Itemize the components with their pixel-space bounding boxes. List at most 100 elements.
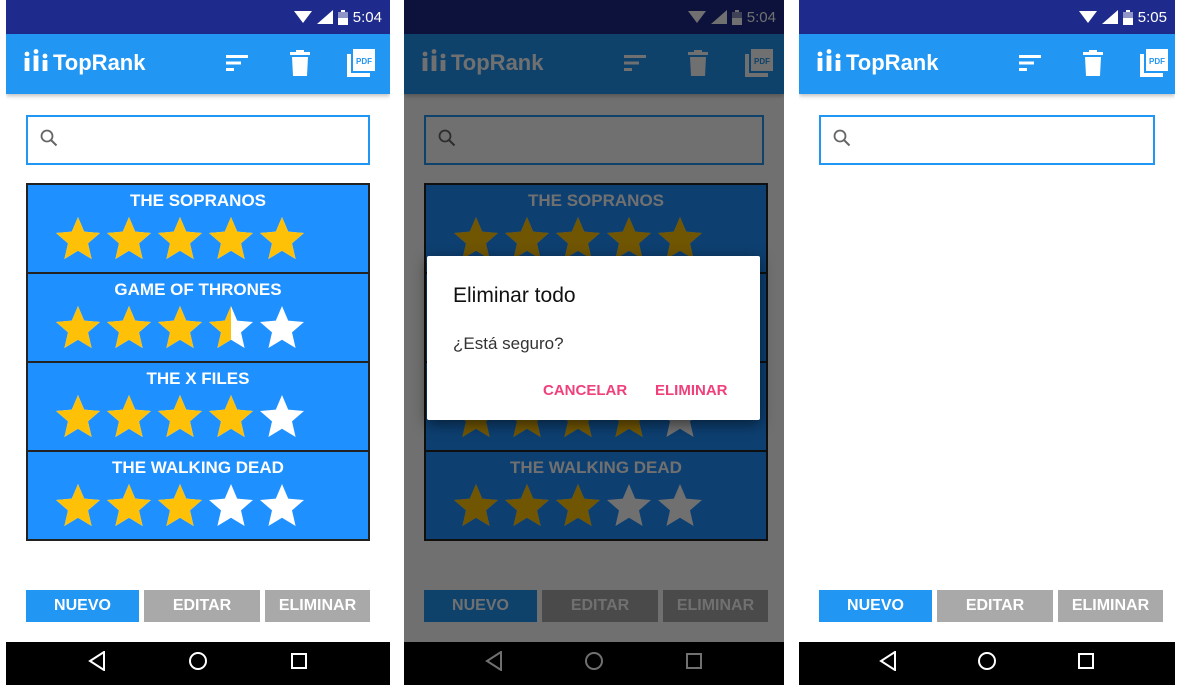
rating-stars [54,393,309,439]
delete-button[interactable]: ELIMINAR [265,590,370,622]
nav-home-button[interactable] [972,649,1002,679]
app-bar: TopRank PDF [6,34,390,94]
home-icon [977,651,997,676]
sort-button[interactable] [1013,48,1047,82]
list-item[interactable]: THE SOPRANOS [28,185,368,274]
edit-button[interactable]: EDITAR [144,590,260,622]
signal-icon [316,10,333,24]
series-title: GAME OF THRONES [114,280,282,299]
series-list: THE SOPRANOS GAME OF THRONES THE X FILES TH… [26,183,370,541]
pdf-icon: PDF [1140,48,1168,82]
screen-list: 5:04 TopRank PDF THE SOPRANOS GAME OF TH… [6,0,390,685]
search-icon [40,129,58,152]
star-filled-icon [107,395,151,437]
status-time: 5:05 [1137,8,1167,26]
list-item[interactable]: GAME OF THRONES [28,274,368,363]
recents-icon [290,652,308,675]
search-icon [833,129,851,152]
nav-back-button[interactable] [82,649,112,679]
dialog-message: ¿Está seguro? [453,334,564,353]
pdf-icon-label: PDF [1149,57,1165,66]
home-icon [188,651,208,676]
star-filled-icon [107,217,151,259]
star-filled-icon [158,306,202,348]
sort-icon [1019,54,1041,77]
action-buttons: NUEVO EDITAR ELIMINAR [26,590,370,622]
delete-button[interactable]: ELIMINAR [1058,590,1163,622]
star-filled-icon [158,484,202,526]
confirm-delete-dialog: Eliminar todo ¿Está seguro? CANCELAR ELIMIN… [427,256,760,420]
list-item[interactable]: THE WALKING DEAD [28,452,368,539]
new-button[interactable]: NUEVO [819,590,932,622]
star-filled-icon [56,217,100,259]
bar-chart-icon [817,49,841,76]
signal-icon [1101,10,1118,24]
dialog-cancel-button[interactable]: CANCELAR [543,382,627,399]
system-nav-bar [799,642,1175,685]
star-empty-icon [260,484,304,526]
star-filled-icon [107,484,151,526]
nav-recents-button[interactable] [284,649,314,679]
star-filled-icon [260,217,304,259]
status-bar: 5:05 [799,0,1175,34]
screen-empty: 5:05 TopRank PDF NUEVO EDITAR ELIMINAR [799,0,1175,685]
star-filled-icon [209,217,253,259]
star-empty-icon [209,484,253,526]
delete-all-button[interactable] [283,48,317,82]
action-buttons: NUEVO EDITAR ELIMINAR [819,590,1163,622]
back-icon [87,650,106,676]
export-pdf-button[interactable]: PDF [1137,48,1171,82]
nav-back-button[interactable] [873,649,903,679]
edit-button[interactable]: EDITAR [937,590,1053,622]
star-filled-icon [56,395,100,437]
dialog-title: Eliminar todo [453,284,576,307]
rating-stars [54,215,309,261]
recents-icon [1077,652,1095,675]
sort-button[interactable] [220,48,254,82]
system-nav-bar [6,642,390,685]
battery-icon [337,9,348,25]
trash-icon [290,49,310,81]
dialog-confirm-button[interactable]: ELIMINAR [655,382,728,399]
star-filled-icon [209,395,253,437]
search-box[interactable] [819,115,1155,165]
search-box[interactable] [26,115,370,165]
star-filled-icon [158,217,202,259]
star-filled-icon [56,484,100,526]
app-bar: TopRank PDF [799,34,1175,94]
nav-recents-button[interactable] [1071,649,1101,679]
delete-all-button[interactable] [1076,48,1110,82]
wifi-icon [1078,10,1097,24]
nav-home-button[interactable] [183,649,213,679]
app-brand: TopRank [24,49,145,76]
wifi-icon [293,10,312,24]
app-title: TopRank [53,49,146,75]
rating-stars [54,482,309,528]
star-half-icon [209,306,253,348]
back-icon [879,650,897,676]
status-time: 5:04 [352,8,382,26]
screen-delete-dialog: 5:04 TopRank [404,0,784,685]
sort-icon [226,54,248,77]
star-empty-icon [260,306,304,348]
pdf-icon-label: PDF [356,57,372,66]
series-title: THE SOPRANOS [129,191,267,210]
series-title: THE WALKING DEAD [112,458,284,477]
search-input[interactable] [861,125,1153,155]
trash-icon [1083,49,1103,81]
bar-chart-icon [24,49,48,76]
star-filled-icon [158,395,202,437]
star-empty-icon [260,395,304,437]
app-brand: TopRank [817,49,938,76]
rating-stars [54,304,309,350]
star-filled-icon [56,306,100,348]
app-title: TopRank [846,49,939,75]
star-filled-icon [107,306,151,348]
list-item[interactable]: THE X FILES [28,363,368,452]
status-bar: 5:04 [6,0,390,34]
search-input[interactable] [68,125,368,155]
battery-icon [1122,9,1133,25]
new-button[interactable]: NUEVO [26,590,139,622]
export-pdf-button[interactable]: PDF [344,48,378,82]
pdf-icon: PDF [347,48,375,82]
